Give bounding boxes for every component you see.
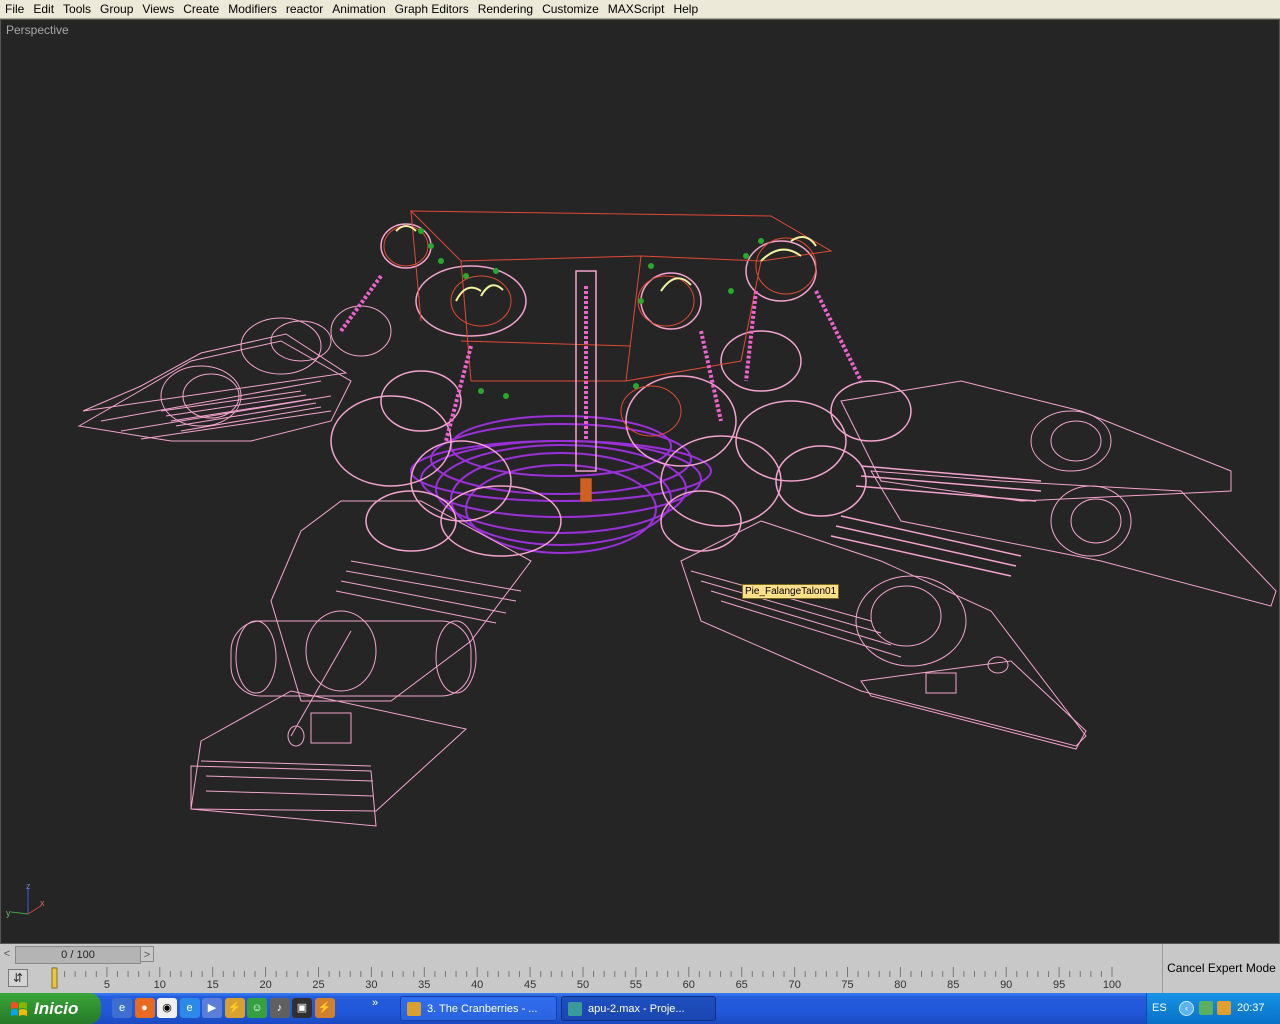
next-frame-button[interactable]: >	[140, 946, 154, 962]
menu-animation[interactable]: Animation	[327, 1, 389, 17]
task-label: apu-2.max - Proje...	[588, 1003, 685, 1015]
frame-tick-label: 40	[471, 979, 483, 991]
messenger-icon[interactable]: ☺	[247, 998, 267, 1018]
frame-tick-label: 10	[154, 979, 166, 991]
perspective-viewport[interactable]: Perspective Pie_FalangeTalon01 z y x	[0, 19, 1280, 944]
menu-bar: File Edit Tools Group Views Create Modifiers re…	[0, 0, 1280, 19]
frame-tick-label: 85	[947, 979, 959, 991]
front-right-leg	[680, 520, 1087, 750]
winamp-icon[interactable]: ♪	[269, 998, 290, 1018]
frame-tick-label: 80	[894, 979, 906, 991]
frame-tick-label: 60	[683, 979, 695, 991]
cancel-expert-mode-button[interactable]: Cancel Expert Mode	[1162, 944, 1280, 993]
task-cranberries[interactable]: 3. The Cranberries - ...	[400, 996, 557, 1021]
menu-tools[interactable]: Tools	[58, 1, 95, 17]
windows-logo-icon	[11, 1002, 27, 1016]
menu-help[interactable]: Help	[668, 1, 702, 17]
start-label: Inicio	[34, 999, 79, 1018]
frame-tick-label: 30	[365, 979, 377, 991]
wireframe-scene[interactable]	[1, 20, 1279, 943]
language-indicator[interactable]: ES	[1152, 993, 1167, 1024]
menu-reactor[interactable]: reactor	[281, 1, 327, 17]
task-label: 3. The Cranberries - ...	[427, 1003, 538, 1015]
menu-modifiers[interactable]: Modifiers	[223, 1, 281, 17]
axis-y-label: y	[6, 908, 11, 918]
prev-frame-button[interactable]: <	[0, 946, 14, 962]
front-left-stripes	[200, 560, 522, 797]
max-icon	[568, 1002, 582, 1016]
frame-tick-label: 35	[418, 979, 430, 991]
menu-views[interactable]: Views	[137, 1, 178, 17]
max-shortcut-icon[interactable]: ⚡	[314, 998, 335, 1018]
menu-maxscript[interactable]: MAXScript	[603, 1, 669, 17]
3dsmax-icon	[407, 1002, 421, 1016]
tray-expand-button[interactable]: ‹	[1179, 1001, 1194, 1016]
viewport-label[interactable]: Perspective	[6, 23, 69, 37]
panda-icon[interactable]: ◉	[157, 998, 177, 1018]
clock: 20:37	[1237, 1002, 1265, 1014]
track-bar[interactable]: ⇵ 5 10 15 20 25 30 35 40 45 50 55 60 65 70 75 80 85 90 95 1…	[0, 965, 1162, 993]
explorer-icon[interactable]: e	[112, 998, 132, 1018]
frame-tick-label: 45	[524, 979, 536, 991]
axis-x-label: x	[40, 898, 45, 908]
messenger-tray-icon[interactable]	[1199, 1001, 1213, 1015]
quick-launch-more-button[interactable]: »	[372, 997, 378, 1009]
frame-tick-label: 20	[259, 979, 271, 991]
object-tooltip: Pie_FalangeTalon01	[742, 584, 840, 599]
right-leg-stripes	[830, 465, 1042, 577]
track-bar-ticks[interactable]: 5 10 15 20 25 30 35 40 45 50 55 60 65 70 75 80 85 90 95 100	[0, 965, 1162, 993]
frame-tick-label: 70	[788, 979, 800, 991]
frame-tick-label: 15	[207, 979, 219, 991]
media-icon[interactable]: ▣	[292, 998, 312, 1018]
current-frame-marker[interactable]	[51, 967, 58, 989]
task-apu-max[interactable]: apu-2.max - Proje...	[561, 996, 716, 1021]
menu-edit[interactable]: Edit	[28, 1, 58, 17]
frame-tick-label: 55	[630, 979, 642, 991]
quick-launch: e ● ◉ e ▶ ⚡ ☺ ♪ ▣ ⚡	[112, 998, 337, 1020]
axis-tripod-icon: z y x	[6, 882, 45, 918]
windows-taskbar: Inicio e ● ◉ e ▶ ⚡ ☺ ♪ ▣ ⚡ » 3. The Cran…	[0, 993, 1280, 1024]
ie-icon[interactable]: e	[179, 998, 200, 1018]
media-player-icon[interactable]: ▶	[202, 998, 222, 1018]
frame-tick-label: 90	[1000, 979, 1012, 991]
frame-tick-label: 5	[104, 979, 110, 991]
menu-create[interactable]: Create	[178, 1, 223, 17]
frame-tick-label: 50	[577, 979, 589, 991]
frame-tick-label: 25	[312, 979, 324, 991]
frame-tick-label: 65	[736, 979, 748, 991]
frame-tick-label: 95	[1053, 979, 1065, 991]
menu-rendering[interactable]: Rendering	[473, 1, 537, 17]
start-button[interactable]: Inicio	[0, 993, 101, 1024]
3dsmax-tray-icon[interactable]	[1217, 1001, 1231, 1015]
menu-customize[interactable]: Customize	[537, 1, 603, 17]
menu-graph-editors[interactable]: Graph Editors	[390, 1, 473, 17]
3dsmax-icon[interactable]: ⚡	[224, 998, 245, 1018]
time-slider-thumb[interactable]: 0 / 100	[15, 946, 141, 964]
time-slider[interactable]: < 0 / 100 >	[0, 944, 1162, 965]
axis-z-label: z	[26, 882, 31, 891]
firefox-icon[interactable]: ●	[134, 998, 155, 1018]
frame-tick-label: 100	[1103, 979, 1121, 991]
purple-base-mesh	[410, 415, 712, 554]
hub-joints	[330, 223, 912, 557]
menu-file[interactable]: File	[0, 1, 28, 17]
frame-tick-label: 75	[841, 979, 853, 991]
menu-group[interactable]: Group	[95, 1, 137, 17]
